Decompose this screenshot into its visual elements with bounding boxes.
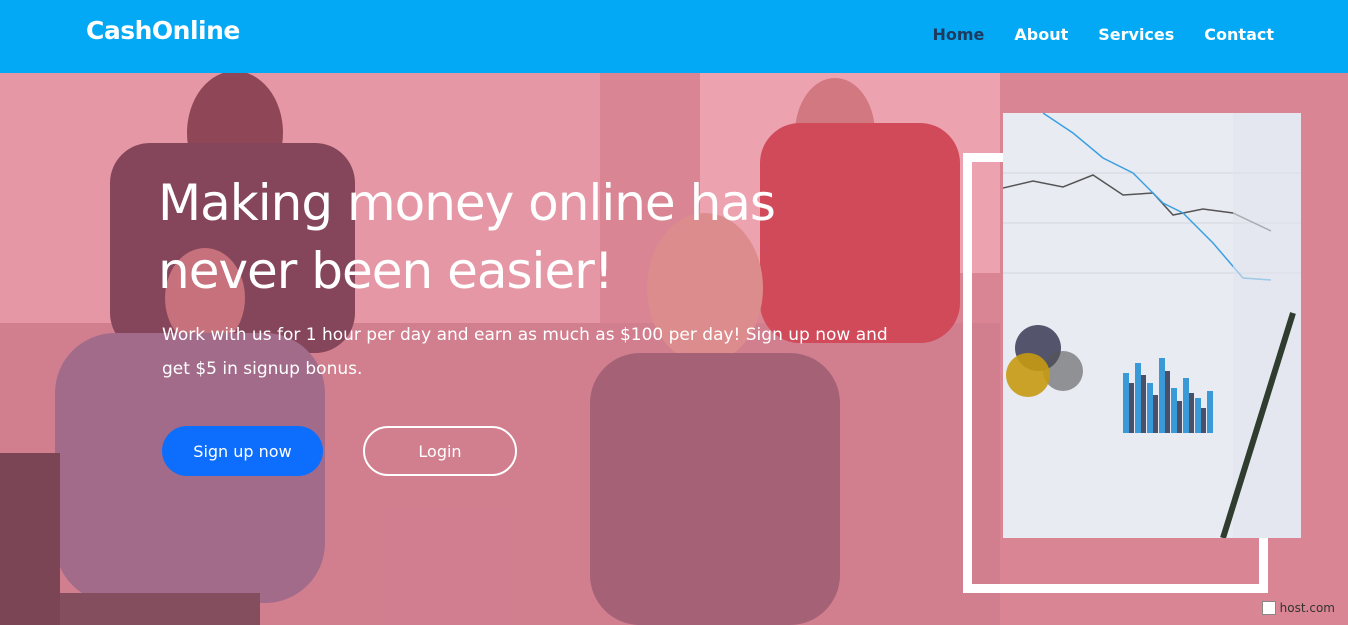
nav-contact[interactable]: Contact <box>1204 25 1274 44</box>
hero-title: Making money online has never been easie… <box>158 174 776 300</box>
host-badge[interactable]: host.com <box>1261 601 1335 615</box>
nav-home[interactable]: Home <box>932 25 984 44</box>
hero-section: Making money online has never been easie… <box>0 73 1348 625</box>
brand-logo[interactable]: CashOnline <box>86 16 240 45</box>
sign-up-button[interactable]: Sign up now <box>162 426 323 476</box>
analytics-document-image <box>1003 113 1301 538</box>
nav-services[interactable]: Services <box>1098 25 1174 44</box>
main-nav: Home About Services Contact <box>932 25 1274 44</box>
navbar: CashOnline Home About Services Contact <box>0 0 1348 73</box>
nav-about[interactable]: About <box>1014 25 1068 44</box>
broken-image-icon <box>1261 601 1276 615</box>
login-button[interactable]: Login <box>363 426 517 476</box>
hero-subtitle: Work with us for 1 hour per day and earn… <box>162 325 888 379</box>
analytics-illustration <box>1003 113 1301 538</box>
host-badge-text: host.com <box>1279 601 1335 615</box>
